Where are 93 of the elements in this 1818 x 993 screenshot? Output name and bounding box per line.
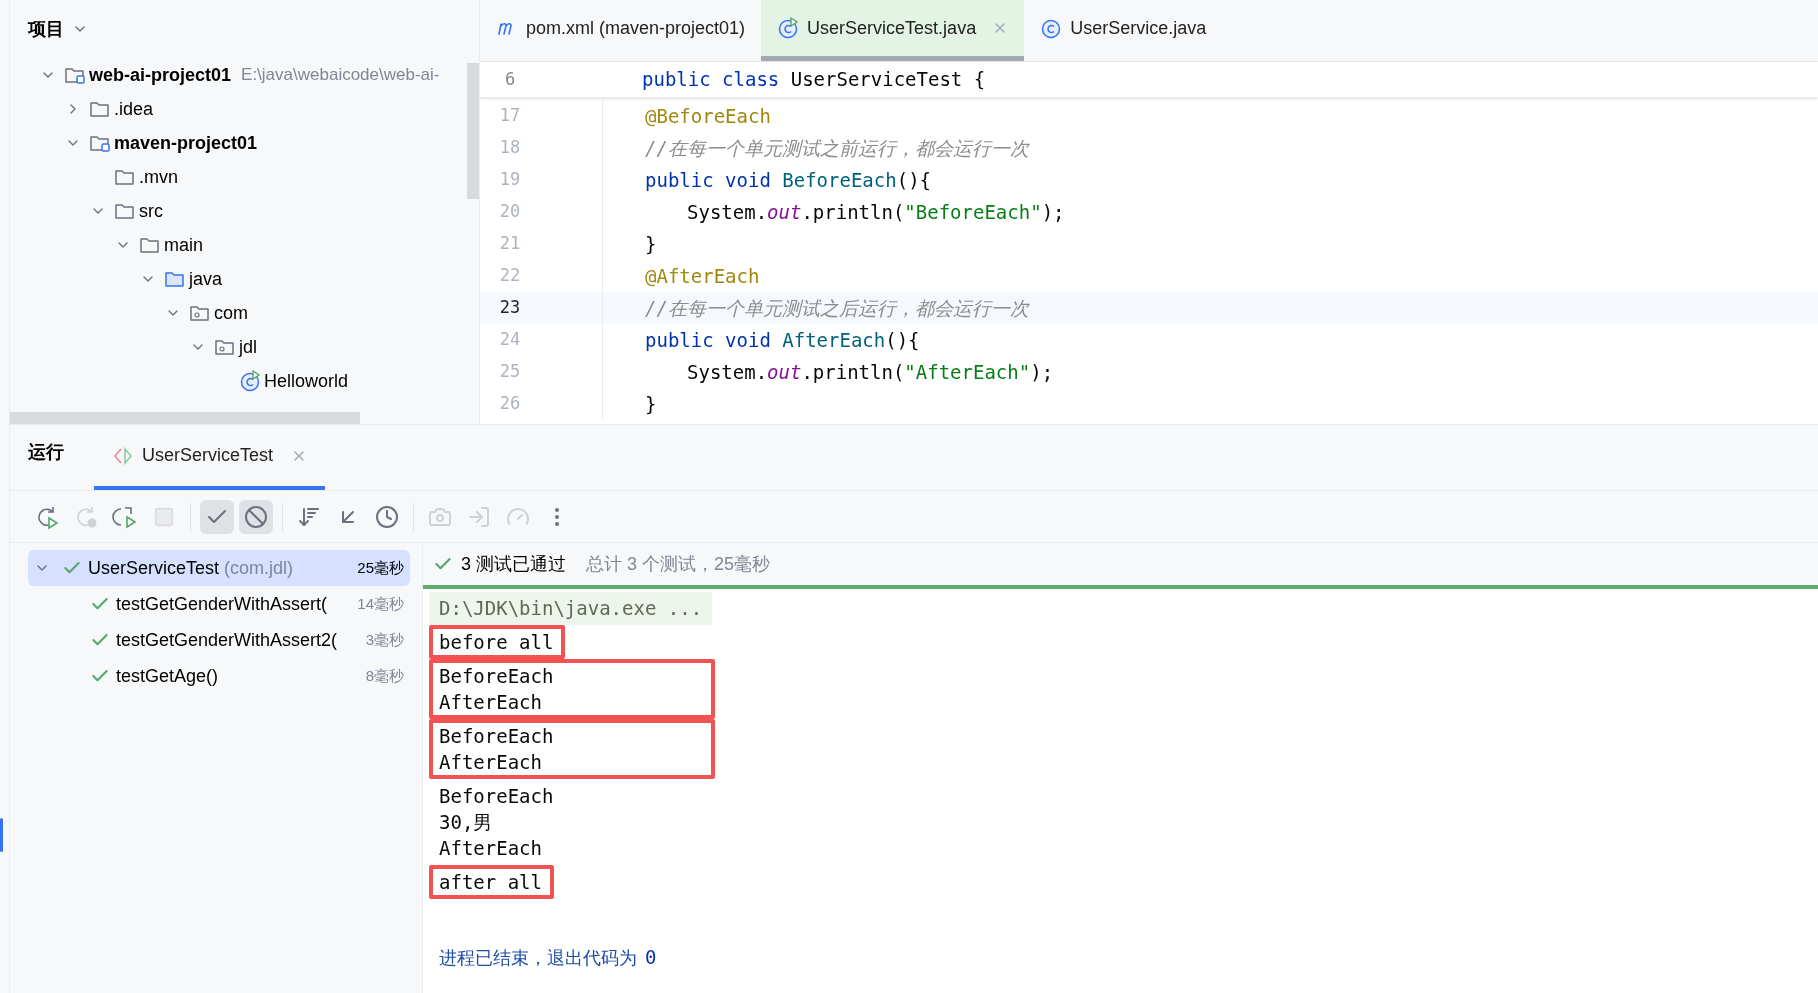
- test-tree-row[interactable]: testGetGenderWithAssert( 14毫秒: [28, 586, 410, 622]
- folder-icon: [89, 100, 111, 118]
- package-folder-icon: [189, 304, 211, 322]
- code-line: @AfterEach: [645, 264, 760, 287]
- test-duration: 14毫秒: [357, 593, 404, 614]
- console-output: AfterEach: [439, 689, 542, 715]
- line-number: 22: [498, 264, 522, 288]
- folder-icon: [114, 202, 136, 220]
- export-icon: [467, 504, 491, 529]
- test-name: testGetGenderWithAssert(: [116, 592, 328, 616]
- tree-item-label[interactable]: jdl: [239, 333, 257, 361]
- line-number: 23: [498, 296, 522, 320]
- tree-item-label[interactable]: maven-project01: [114, 129, 258, 157]
- class-icon: [1040, 17, 1063, 39]
- console-output: before all: [439, 629, 554, 655]
- active-marker: [0, 818, 3, 852]
- code-line: public class UserServiceTest {: [642, 68, 986, 91]
- test-tree-row[interactable]: testGetGenderWithAssert2( 3毫秒: [28, 622, 410, 658]
- folder-icon: [114, 168, 136, 186]
- tree-item-label[interactable]: main: [164, 231, 203, 259]
- tree-item-label[interactable]: com: [214, 299, 248, 327]
- line-number: 19: [498, 168, 522, 192]
- line-number: 17: [498, 104, 522, 128]
- console-output: after all: [439, 869, 542, 895]
- line-number: 25: [498, 360, 522, 384]
- project-path: E:\java\webaicode\web-ai-: [241, 64, 440, 87]
- code-line: public void BeforeEach(){: [645, 168, 931, 191]
- test-duration: 8毫秒: [365, 665, 404, 686]
- show-passed-toggle[interactable]: [200, 499, 234, 534]
- console-output: AfterEach: [439, 749, 542, 775]
- exit-message: 进程已结束，退出代码为: [439, 946, 637, 970]
- folder-icon: [164, 270, 186, 288]
- code-line: }: [645, 392, 657, 415]
- test-name: testGetGenderWithAssert2(: [116, 628, 338, 652]
- test-class-icon: [777, 17, 800, 39]
- tree-item-label[interactable]: .mvn: [139, 163, 178, 191]
- ban-icon: [244, 504, 268, 529]
- stop-icon: [153, 505, 175, 528]
- console-command: D:\JDK\bin\java.exe ...: [429, 592, 713, 625]
- console-output: BeforeEach: [439, 723, 554, 749]
- test-summary: 总计 3 个测试，25毫秒: [586, 552, 771, 576]
- test-name: testGetAge(): [116, 664, 219, 688]
- line-number: 6: [503, 67, 517, 91]
- test-duration: 25毫秒: [357, 557, 404, 578]
- test-run-icon: [112, 445, 134, 466]
- tree-item-label[interactable]: .idea: [114, 95, 154, 123]
- vertical-scrollbar[interactable]: [467, 63, 479, 199]
- line-number: 26: [498, 392, 522, 416]
- module-folder-icon: [89, 134, 111, 152]
- exit-code: 0: [645, 944, 657, 970]
- code-line: @BeforeEach: [645, 104, 771, 127]
- tab-label: pom.xml (maven-project01): [526, 16, 746, 40]
- tab-label: UserServiceTest.java: [807, 16, 977, 40]
- test-tree-row[interactable]: testGetAge() 8毫秒: [28, 658, 410, 694]
- package-folder-icon: [214, 338, 236, 356]
- line-number: 21: [498, 232, 522, 256]
- code-line: System.out.println("AfterEach");: [687, 360, 1054, 383]
- console-output: BeforeEach: [439, 663, 554, 689]
- tab-label: UserServiceTest: [142, 444, 274, 467]
- clock-icon: [375, 504, 399, 529]
- folder-icon: [139, 236, 161, 254]
- panel-title[interactable]: 运行: [28, 439, 64, 466]
- tree-item-label[interactable]: web-ai-project01: [89, 61, 232, 89]
- horizontal-scrollbar[interactable]: [10, 412, 360, 424]
- code-line: }: [645, 232, 657, 255]
- code-line: //在每一个单元测试之后运行，都会运行一次: [645, 296, 1029, 319]
- run-tab[interactable]: UserServiceTest: [94, 442, 326, 490]
- test-tree-row[interactable]: UserServiceTest (com.jdl) 25毫秒: [28, 550, 410, 586]
- line-number: 24: [498, 328, 522, 352]
- show-ignored-toggle[interactable]: [239, 499, 273, 534]
- line-number: 18: [498, 136, 522, 160]
- tree-item-label[interactable]: src: [139, 197, 163, 225]
- tab-label: UserService.java: [1070, 16, 1207, 40]
- console-output: BeforeEach: [439, 783, 554, 809]
- code-line: //在每一个单元测试之前运行，都会运行一次: [645, 136, 1029, 159]
- editor-tab[interactable]: pom.xml (maven-project01): [480, 0, 762, 61]
- code-line: public void AfterEach(){: [645, 328, 920, 351]
- package-name: (com.jdl): [224, 556, 294, 580]
- tree-item-label[interactable]: Helloworld: [264, 367, 349, 395]
- test-duration: 3毫秒: [365, 629, 404, 650]
- test-result: 3 测试已通过: [461, 552, 566, 576]
- panel-title[interactable]: 项目: [28, 15, 64, 43]
- test-name: UserServiceTest: [88, 556, 220, 580]
- console-output: 30,男: [439, 809, 493, 835]
- module-folder-icon: [64, 66, 86, 84]
- more-icon: [554, 506, 560, 527]
- test-class-icon: [239, 370, 261, 392]
- editor-tab[interactable]: UserService.java: [1024, 0, 1223, 61]
- tree-item-label[interactable]: java: [189, 265, 223, 293]
- line-number: 20: [498, 200, 522, 224]
- editor-tab[interactable]: UserServiceTest.java: [761, 0, 1025, 61]
- code-line: System.out.println("BeforeEach");: [687, 200, 1065, 223]
- console-output: AfterEach: [439, 835, 542, 861]
